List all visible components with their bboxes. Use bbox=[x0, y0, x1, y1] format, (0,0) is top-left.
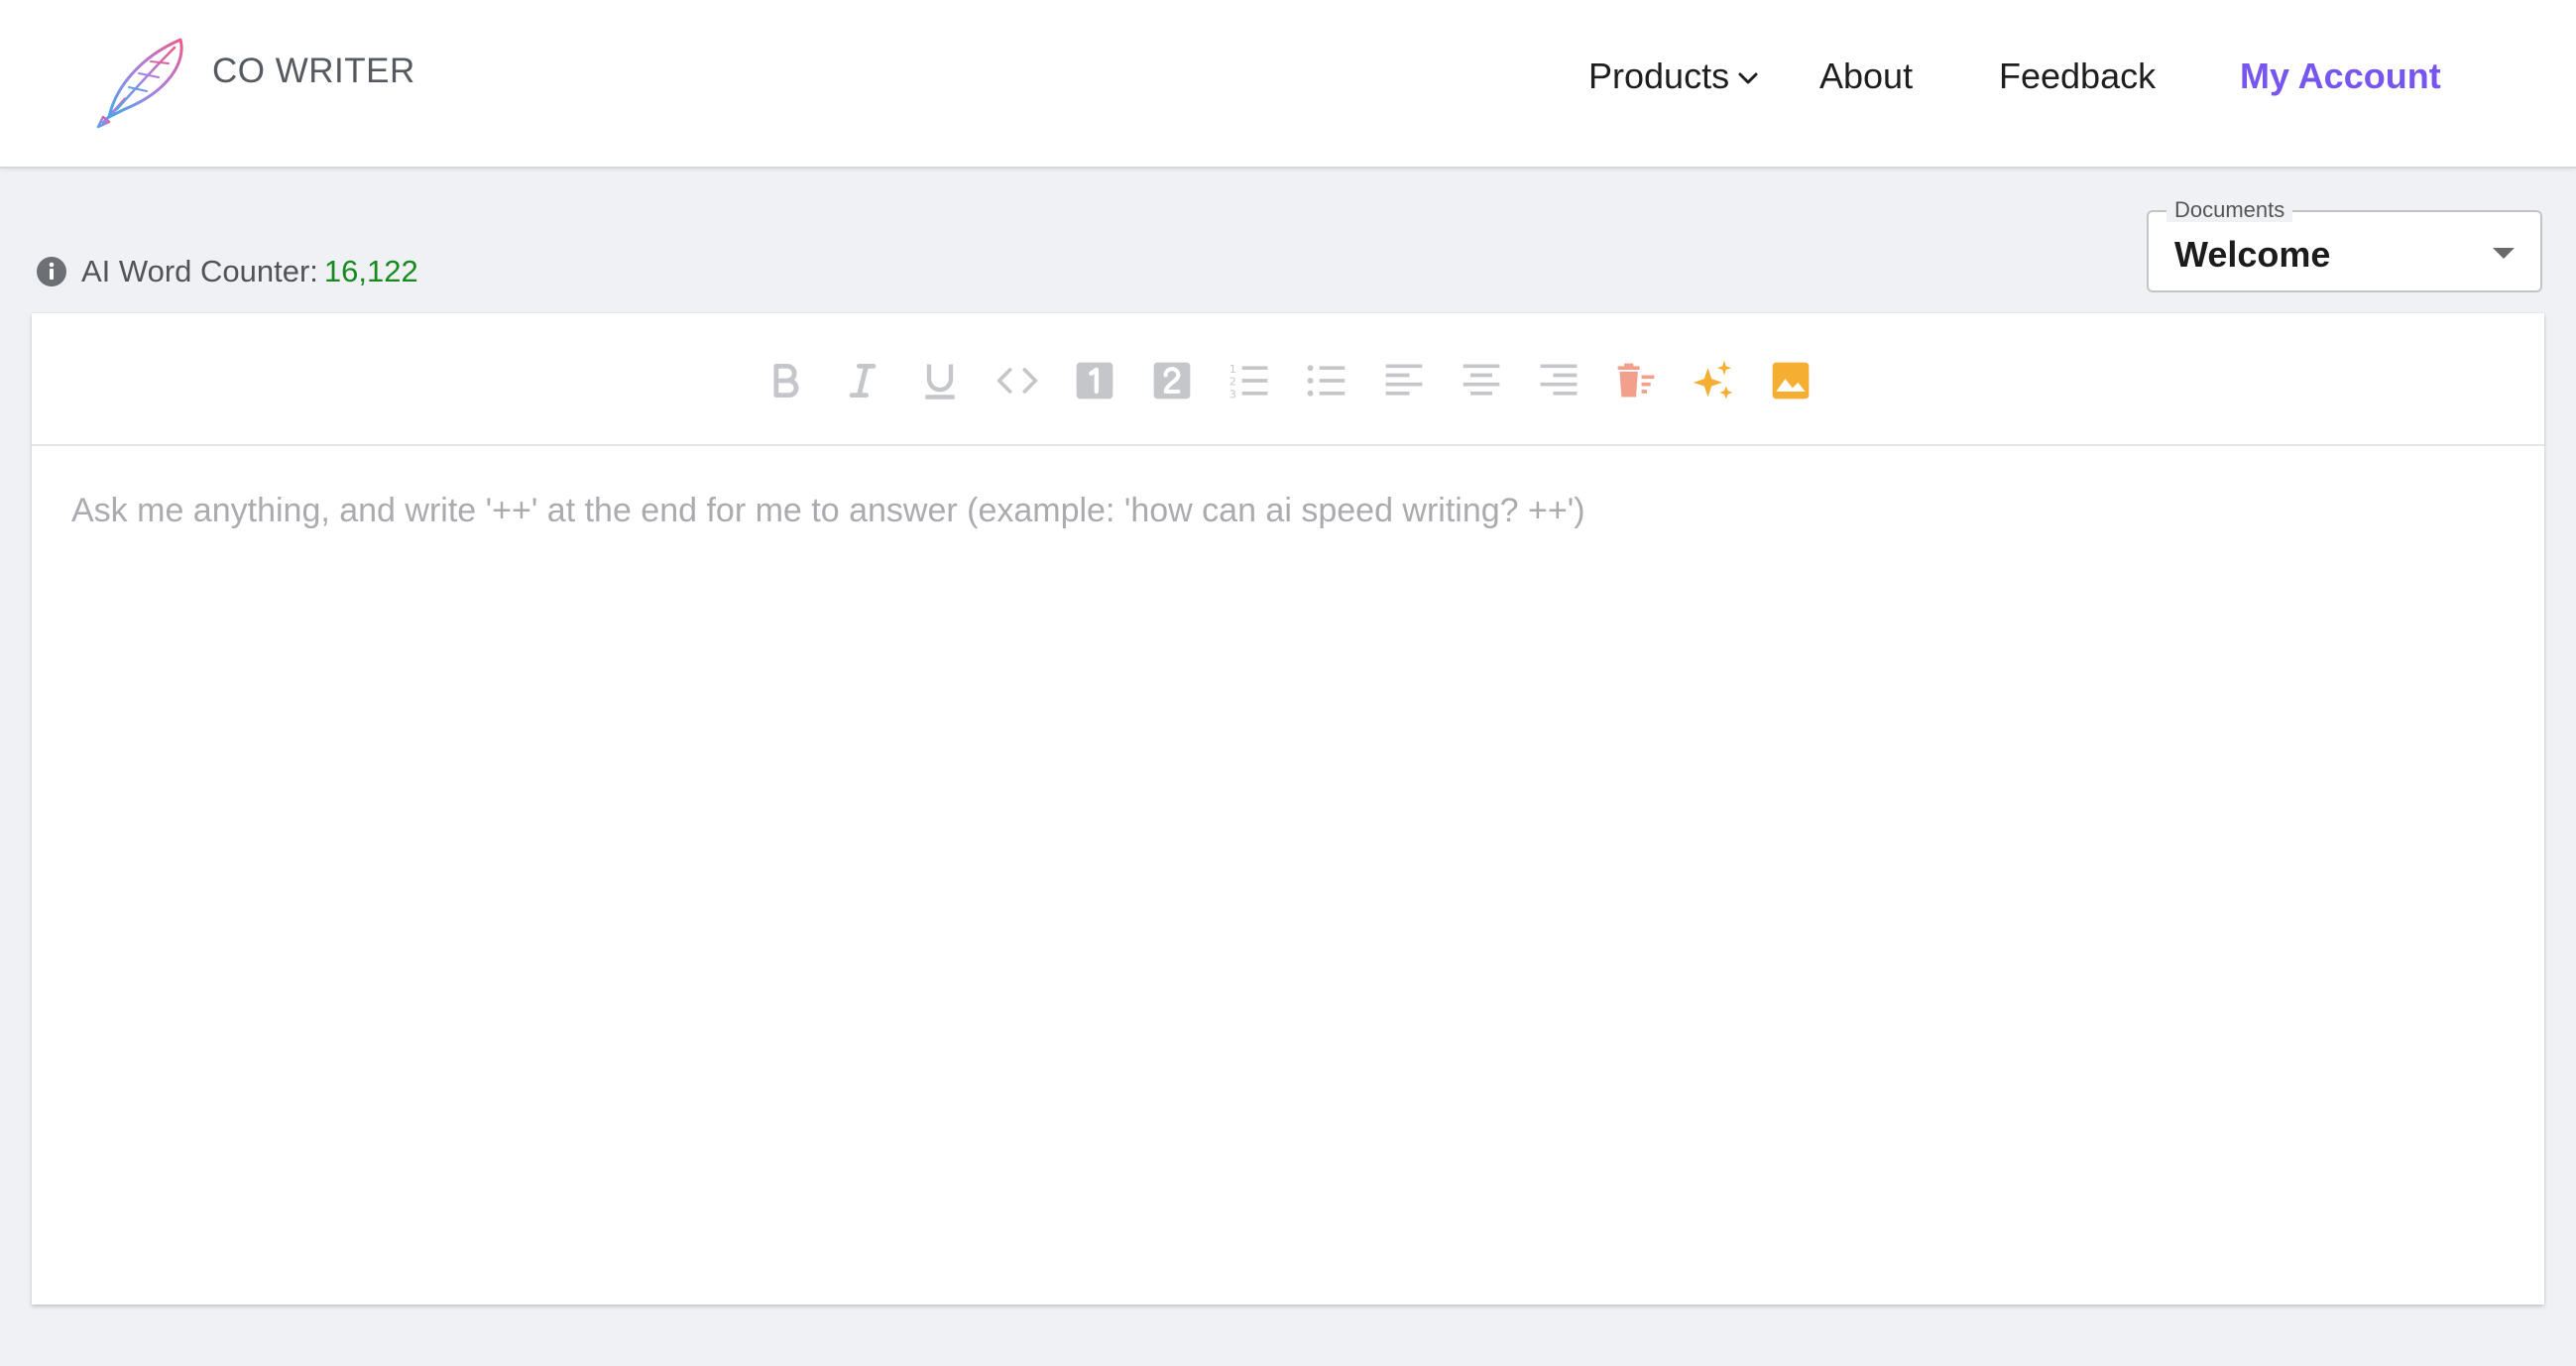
word-counter-label: AI Word Counter: bbox=[81, 254, 318, 288]
documents-legend: Documents bbox=[2166, 198, 2293, 222]
dropdown-caret-icon bbox=[2493, 248, 2515, 259]
heading-1-icon bbox=[1076, 362, 1113, 399]
documents-select[interactable]: Documents Welcome bbox=[2147, 198, 2542, 292]
svg-text:3: 3 bbox=[1229, 388, 1236, 400]
align-right-icon bbox=[1540, 364, 1578, 396]
ai-sparkle-icon bbox=[1693, 360, 1733, 399]
clear-format-icon bbox=[1617, 363, 1655, 398]
ai-sparkle-button[interactable] bbox=[1690, 357, 1737, 404]
brand-name[interactable]: CO WRITER bbox=[212, 52, 415, 91]
editor-toolbar: 123 bbox=[32, 313, 2544, 446]
underline-button[interactable] bbox=[916, 357, 964, 404]
heading-2-icon bbox=[1153, 362, 1191, 399]
bullet-list-button[interactable] bbox=[1303, 357, 1350, 404]
editor-placeholder: Ask me anything, and write '++' at the e… bbox=[71, 492, 1585, 529]
documents-selected-value: Welcome bbox=[2174, 234, 2331, 275]
bold-icon bbox=[773, 363, 799, 398]
image-icon bbox=[1772, 362, 1810, 399]
nav-about[interactable]: About bbox=[1819, 56, 1913, 105]
ordered-list-button[interactable]: 123 bbox=[1226, 357, 1273, 404]
underline-icon bbox=[925, 364, 955, 399]
align-center-button[interactable] bbox=[1458, 357, 1505, 404]
italic-button[interactable] bbox=[839, 357, 886, 404]
nav-products-label: Products bbox=[1588, 56, 1730, 96]
align-right-button[interactable] bbox=[1535, 357, 1582, 404]
code-icon bbox=[996, 368, 1038, 394]
clear-format-button[interactable] bbox=[1612, 357, 1660, 404]
insert-image-button[interactable] bbox=[1767, 357, 1815, 404]
align-left-button[interactable] bbox=[1380, 357, 1428, 404]
heading-1-button[interactable] bbox=[1071, 357, 1118, 404]
word-counter-value: 16,122 bbox=[323, 254, 418, 288]
ai-word-counter: AI Word Counter: 16,122 bbox=[36, 252, 418, 291]
text-editor: 123 Ask me anything, and write '++' at t… bbox=[32, 313, 2544, 1305]
chevron-down-icon bbox=[1738, 72, 1758, 84]
ordered-list-icon: 123 bbox=[1229, 363, 1268, 400]
bold-button[interactable] bbox=[761, 357, 809, 404]
svg-text:2: 2 bbox=[1229, 376, 1236, 389]
code-button[interactable] bbox=[994, 357, 1041, 404]
bullet-list-icon bbox=[1307, 365, 1346, 397]
align-left-icon bbox=[1385, 364, 1423, 396]
info-icon[interactable] bbox=[36, 256, 67, 287]
heading-2-button[interactable] bbox=[1148, 357, 1196, 404]
feather-pen-logo-icon[interactable] bbox=[95, 34, 196, 129]
italic-icon bbox=[849, 363, 877, 398]
top-header: CO WRITER Products About Feedback My Acc… bbox=[0, 0, 2576, 169]
nav-feedback[interactable]: Feedback bbox=[1999, 56, 2156, 105]
nav-my-account[interactable]: My Account bbox=[2240, 56, 2441, 105]
svg-text:1: 1 bbox=[1229, 363, 1236, 376]
editor-content-area[interactable]: Ask me anything, and write '++' at the e… bbox=[71, 492, 2505, 1265]
nav-products[interactable]: Products bbox=[1588, 56, 1759, 105]
align-center-icon bbox=[1463, 364, 1500, 396]
